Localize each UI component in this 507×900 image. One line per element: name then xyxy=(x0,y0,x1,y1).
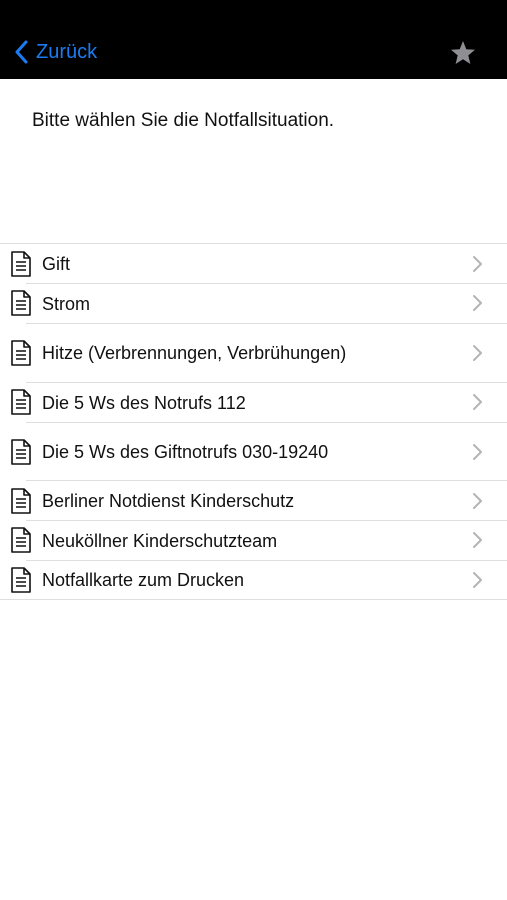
document-icon xyxy=(11,389,31,415)
emergency-list: Gift Strom Hitze (Verbrennungen, Verbrüh… xyxy=(0,0,507,900)
list-item-label: Die 5 Ws des Giftnotrufs 030-19240 xyxy=(42,442,329,462)
chevron-right-icon xyxy=(473,256,482,272)
list-item-notdienst-kinderschutz[interactable]: Berliner Notdienst Kinderschutz xyxy=(0,481,507,520)
document-icon xyxy=(11,567,31,593)
chevron-right-icon xyxy=(473,295,482,311)
list-item-hitze[interactable]: Hitze (Verbrennungen, Verbrühungen) xyxy=(0,324,507,382)
list-item-label: Gift xyxy=(42,254,71,274)
list-item-notruf-112[interactable]: Die 5 Ws des Notrufs 112 xyxy=(0,383,507,422)
list-item-gift[interactable]: Gift xyxy=(0,244,507,283)
chevron-right-icon xyxy=(473,493,482,509)
chevron-right-icon xyxy=(473,394,482,410)
list-item-label: Notfallkarte zum Drucken xyxy=(42,570,245,590)
document-icon xyxy=(11,488,31,514)
chevron-right-icon xyxy=(473,444,482,460)
list-item-label: Die 5 Ws des Notrufs 112 xyxy=(42,393,246,413)
list-item-label: Hitze (Verbrennungen, Verbrühungen) xyxy=(42,343,347,363)
chevron-right-icon xyxy=(473,572,482,588)
list-item-notfallkarte[interactable]: Notfallkarte zum Drucken xyxy=(0,561,507,599)
document-icon xyxy=(11,340,31,366)
list-item-strom[interactable]: Strom xyxy=(0,284,507,323)
list-item-label: Strom xyxy=(42,294,91,314)
document-icon xyxy=(11,251,31,277)
list-item-label: Neuköllner Kinderschutzteam xyxy=(42,531,278,551)
chevron-right-icon xyxy=(473,532,482,548)
list-item-label: Berliner Notdienst Kinderschutz xyxy=(42,491,295,511)
document-icon xyxy=(11,527,31,553)
document-icon xyxy=(11,439,31,465)
chevron-right-icon xyxy=(473,345,482,361)
document-icon xyxy=(11,290,31,316)
list-item-giftnotruf[interactable]: Die 5 Ws des Giftnotrufs 030-19240 xyxy=(0,423,507,480)
list-separator xyxy=(0,599,507,600)
list-item-kinderschutzteam[interactable]: Neuköllner Kinderschutzteam xyxy=(0,521,507,560)
